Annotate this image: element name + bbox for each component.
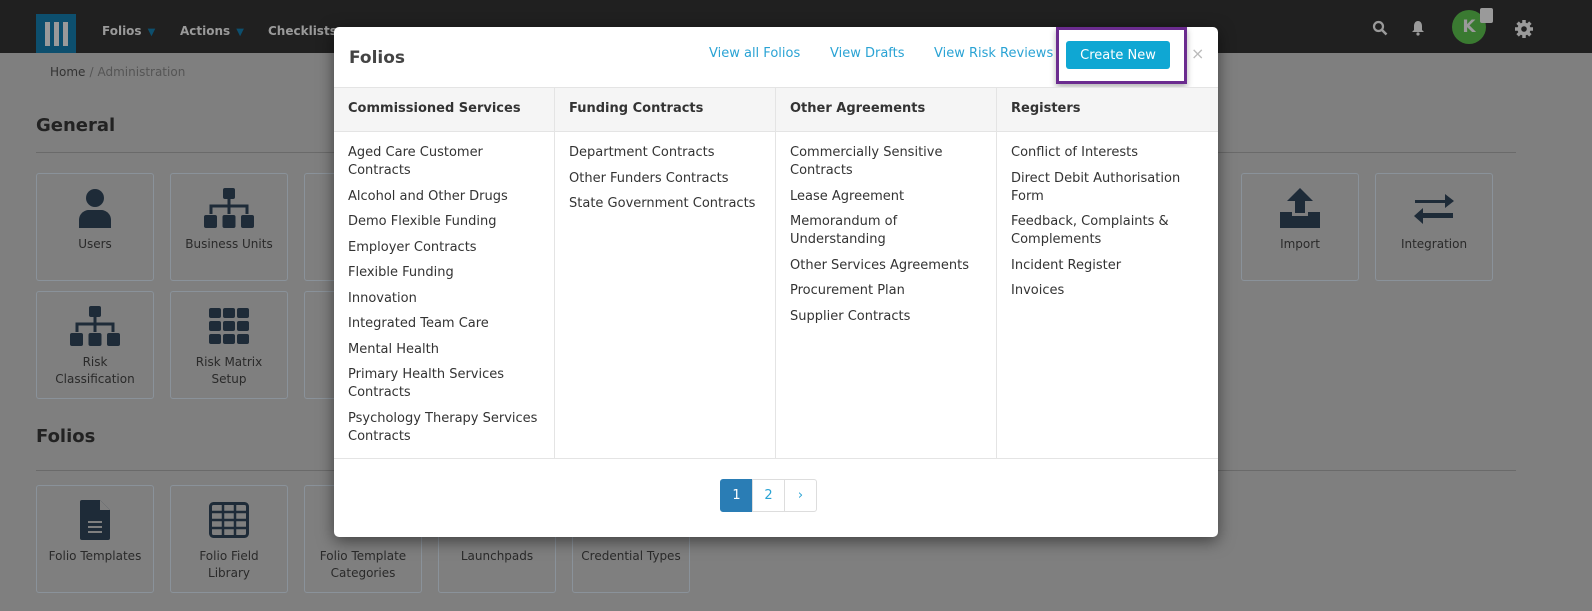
folio-type-item[interactable]: Department Contracts	[569, 144, 761, 162]
tile-risk-matrix-setup[interactable]: Risk Matrix Setup	[170, 291, 288, 399]
tile-integration[interactable]: Integration	[1375, 173, 1493, 281]
section-general-title: General	[36, 115, 116, 136]
column-registers: Registers Conflict of Interests Direct Deb…	[997, 88, 1218, 458]
column-header: Commissioned Services	[334, 88, 554, 132]
folio-type-item[interactable]: Lease Agreement	[790, 188, 982, 206]
folio-type-item[interactable]: Memorandum of Understanding	[790, 213, 982, 249]
folio-type-item[interactable]: Mental Health	[348, 341, 540, 359]
column-other-agreements: Other Agreements Commercially Sensitive C…	[776, 88, 997, 458]
upload-icon	[1242, 186, 1358, 230]
folio-type-item[interactable]: Supplier Contracts	[790, 308, 982, 326]
column-funding-contracts: Funding Contracts Department Contracts Oth…	[555, 88, 776, 458]
column-commissioned-services: Commissioned Services Aged Care Customer …	[334, 88, 555, 458]
sitemap-icon	[171, 186, 287, 230]
tile-label: Folio Template Categories	[319, 549, 407, 580]
folio-type-item[interactable]: Alcohol and Other Drugs	[348, 188, 540, 206]
folio-type-item[interactable]: Other Funders Contracts	[569, 170, 761, 188]
folio-type-item[interactable]: Primary Health Services Contracts	[348, 366, 540, 402]
folios-modal: Folios View all Folios View Drafts View …	[334, 27, 1218, 537]
tile-label: Risk Classification	[55, 355, 135, 386]
nav-checklists[interactable]: Checklists	[268, 24, 337, 38]
sitemap-icon	[37, 304, 153, 348]
view-all-folios-link[interactable]: View all Folios	[709, 46, 800, 61]
column-header: Funding Contracts	[555, 88, 775, 132]
pagination: 1 2 ›	[720, 479, 817, 512]
column-header: Other Agreements	[776, 88, 996, 132]
tile-folio-templates[interactable]: Folio Templates	[36, 485, 154, 593]
tile-users[interactable]: Users	[36, 173, 154, 281]
tile-label: Users	[78, 237, 112, 251]
folio-type-item[interactable]: Other Services Agreements	[790, 257, 982, 275]
nav-folios-label: Folios	[102, 24, 142, 38]
user-icon	[37, 186, 153, 230]
tile-label: Launchpads	[460, 549, 534, 563]
folio-type-item[interactable]: Direct Debit Authorisation Form	[1011, 170, 1204, 206]
breadcrumb-separator: /	[89, 65, 94, 79]
tile-label: Risk Matrix Setup	[195, 355, 263, 386]
breadcrumb-current: Administration	[97, 65, 186, 79]
next-page-button[interactable]: ›	[784, 479, 817, 512]
tile-risk-classification[interactable]: Risk Classification	[36, 291, 154, 399]
folio-type-item[interactable]: Innovation	[348, 290, 540, 308]
tile-label: Import	[1280, 237, 1320, 251]
tile-label: Folio Field Library	[199, 549, 259, 580]
highlight-box	[1056, 27, 1187, 84]
tile-import[interactable]: Import	[1241, 173, 1359, 281]
tile-folio-field-library[interactable]: Folio Field Library	[170, 485, 288, 593]
folio-type-item[interactable]: Flexible Funding	[348, 264, 540, 282]
bell-icon[interactable]	[1411, 20, 1425, 40]
app-logo[interactable]	[36, 14, 76, 53]
section-folios-title: Folios	[36, 426, 96, 447]
file-icon	[37, 498, 153, 542]
view-drafts-link[interactable]: View Drafts	[830, 46, 905, 61]
grid-icon	[171, 304, 287, 348]
folio-type-item[interactable]: State Government Contracts	[569, 195, 761, 213]
tile-label: Folio Templates	[48, 549, 142, 563]
breadcrumb-home[interactable]: Home	[50, 65, 85, 79]
folio-type-item[interactable]: Feedback, Complaints & Complements	[1011, 213, 1204, 249]
gear-icon[interactable]	[1514, 19, 1534, 43]
nav-folios[interactable]: Folios ▼	[102, 24, 155, 38]
folio-categories: Commissioned Services Aged Care Customer …	[334, 87, 1218, 459]
close-icon[interactable]: ×	[1191, 44, 1204, 63]
column-header: Registers	[997, 88, 1218, 132]
folio-type-item[interactable]: Conflict of Interests	[1011, 144, 1204, 162]
nav-actions-label: Actions	[180, 24, 231, 38]
search-icon[interactable]	[1372, 20, 1388, 40]
contact-card-icon[interactable]	[1480, 8, 1493, 23]
nav-actions[interactable]: Actions ▼	[180, 24, 244, 38]
page-2-button[interactable]: 2	[752, 479, 785, 512]
tile-label: Integration	[1400, 237, 1468, 251]
folio-type-item[interactable]: Commercially Sensitive Contracts	[790, 144, 982, 180]
tile-business-units[interactable]: Business Units	[170, 173, 288, 281]
folio-type-item[interactable]: Demo Flexible Funding	[348, 213, 540, 231]
chevron-down-icon: ▼	[147, 27, 156, 38]
modal-title: Folios	[349, 48, 406, 68]
folio-type-item[interactable]: Invoices	[1011, 282, 1204, 300]
folio-type-item[interactable]: Employer Contracts	[348, 239, 540, 257]
chevron-down-icon: ▼	[236, 27, 244, 38]
exchange-icon	[1376, 186, 1492, 230]
table-icon	[171, 498, 287, 542]
folio-type-item[interactable]: Incident Register	[1011, 257, 1204, 275]
tile-label: Credential Types	[581, 549, 681, 563]
folio-type-item[interactable]: Integrated Team Care	[348, 315, 540, 333]
page-1-button[interactable]: 1	[720, 479, 753, 512]
view-risk-reviews-link[interactable]: View Risk Reviews	[934, 46, 1053, 61]
folio-type-item[interactable]: Procurement Plan	[790, 282, 982, 300]
breadcrumb: Home / Administration	[50, 65, 185, 79]
folio-type-item[interactable]: Psychology Therapy Services Contracts	[348, 410, 540, 446]
tile-label: Business Units	[185, 237, 273, 251]
folio-type-item[interactable]: Aged Care Customer Contracts	[348, 144, 540, 180]
